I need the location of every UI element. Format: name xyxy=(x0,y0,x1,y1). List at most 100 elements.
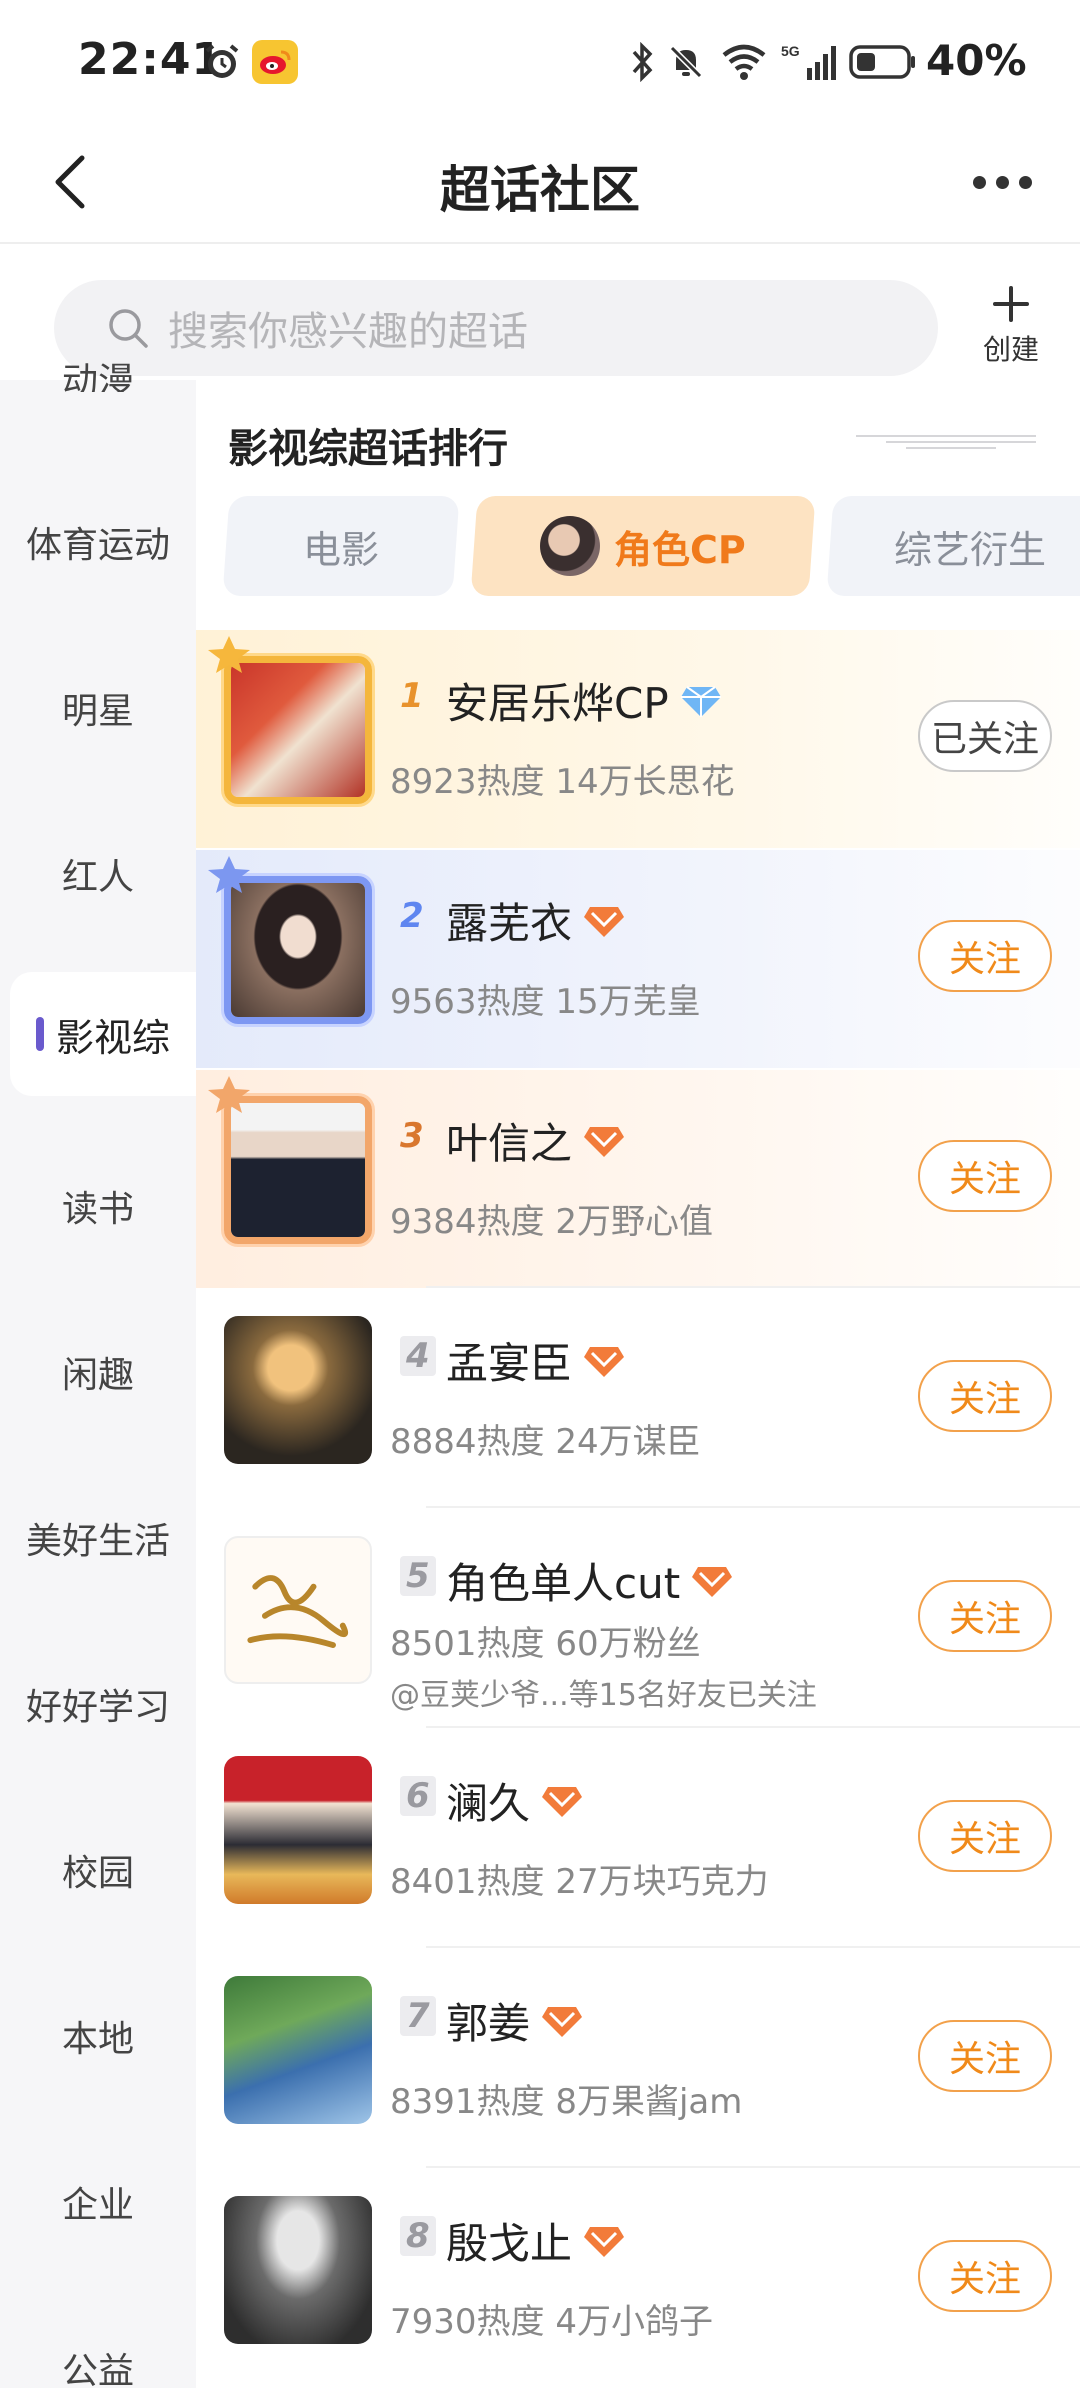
orange-diamond-icon xyxy=(584,906,625,937)
row-divider xyxy=(426,1286,1080,1288)
rank-number: 6 xyxy=(400,1776,436,1816)
bluetooth-icon xyxy=(624,40,660,84)
search-icon xyxy=(109,309,148,348)
follow-button[interactable]: 关注 xyxy=(918,2020,1052,2092)
active-indicator xyxy=(35,1017,44,1051)
sidebar-item-stars[interactable]: 明星 xyxy=(0,682,196,734)
tab-movies[interactable]: 电影 xyxy=(222,496,460,596)
item-stats: 8501热度 60万粉丝 xyxy=(390,1624,701,1664)
ranking-row[interactable]: 2 露芜衣 9563热度 15万芜皇 关注 xyxy=(196,850,1080,1068)
row-avatar xyxy=(224,656,372,804)
row-avatar xyxy=(224,1316,372,1464)
follow-button[interactable]: 关注 xyxy=(918,1140,1052,1212)
follow-button[interactable]: 关注 xyxy=(918,1580,1052,1652)
ranking-row[interactable]: 1 安居乐烨CP 8923热度 14万长思花 已关注 xyxy=(196,630,1080,848)
friends-followed: @豆荚少爷...等15名好友已关注 xyxy=(390,1678,817,1713)
calligraphy-logo xyxy=(247,1575,349,1648)
item-stats: 8401热度 27万块巧克力 xyxy=(390,1862,769,1902)
followed-button[interactable]: 已关注 xyxy=(918,700,1052,772)
ranking-row[interactable]: 7 郭姜 8391热度 8万果酱jam 关注 xyxy=(196,1950,1080,2168)
crown-star-icon xyxy=(208,856,250,893)
item-name: 孟宴臣 xyxy=(446,1330,626,1391)
item-name: 露芜衣 xyxy=(446,890,626,951)
tab-role-cp[interactable]: 角色CP xyxy=(470,496,816,596)
battery-percent: 40% xyxy=(926,36,1027,85)
crown-star-icon xyxy=(208,1076,250,1113)
sidebar-item-anime[interactable]: 动漫 xyxy=(0,352,196,392)
rank-number: 7 xyxy=(400,1996,436,2036)
ranking-decoration xyxy=(856,435,1036,449)
orange-diamond-icon xyxy=(542,2006,583,2037)
item-stats: 9563热度 15万芜皇 xyxy=(390,982,701,1022)
weibo-app-icon xyxy=(252,40,298,84)
row-avatar xyxy=(224,876,372,1024)
ranking-row[interactable]: 4 孟宴臣 8884热度 24万谋臣 关注 xyxy=(196,1290,1080,1508)
tab-label: 角色CP xyxy=(614,527,746,572)
crown-star-icon xyxy=(208,636,250,673)
item-name: 澜久 xyxy=(446,1770,584,1831)
item-name: 安居乐烨CP xyxy=(446,670,723,731)
sidebar-item-influencers[interactable]: 红人 xyxy=(0,848,196,900)
row-avatar xyxy=(224,1976,372,2124)
sidebar-item-study[interactable]: 好好学习 xyxy=(0,1678,196,1730)
follow-button[interactable]: 关注 xyxy=(918,1360,1052,1432)
item-stats: 8923热度 14万长思花 xyxy=(390,762,735,802)
ranking-row[interactable]: 8 殷戈止 7930热度 4万小鸽子 关注 xyxy=(196,2170,1080,2388)
sidebar-item-sports[interactable]: 体育运动 xyxy=(0,516,196,568)
ranking-panel: 影视综超话排行 电影 角色CP 综艺衍生 1 安居乐烨CP 8923热度 14万… xyxy=(196,380,1080,2388)
sidebar-item-local[interactable]: 本地 xyxy=(0,2010,196,2062)
status-bar: 22:41 5G 40% xyxy=(0,0,1080,120)
mute-icon xyxy=(664,40,708,84)
signal-network-label: 5G xyxy=(781,43,800,59)
item-stats: 7930热度 4万小鸽子 xyxy=(390,2302,713,2342)
rank-number: 3 xyxy=(400,1116,424,1156)
tab-avatar xyxy=(540,516,601,576)
battery-icon xyxy=(848,40,918,84)
rank-number: 5 xyxy=(400,1556,436,1596)
ranking-row[interactable]: 6 澜久 8401热度 27万块巧克力 关注 xyxy=(196,1730,1080,1948)
follow-button[interactable]: 关注 xyxy=(918,2240,1052,2312)
sidebar-item-label: 影视综 xyxy=(55,1015,170,1060)
follow-button[interactable]: 关注 xyxy=(918,920,1052,992)
tab-variety-derivatives[interactable]: 综艺衍生 xyxy=(826,496,1080,596)
rank-number: 4 xyxy=(400,1336,436,1376)
row-avatar xyxy=(224,1756,372,1904)
item-name: 殷戈止 xyxy=(446,2210,626,2271)
more-dots-icon xyxy=(972,175,986,189)
ranking-tabs: 电影 角色CP 综艺衍生 xyxy=(222,496,1080,596)
rank-number: 8 xyxy=(400,2216,436,2256)
diamond-icon xyxy=(680,685,721,717)
row-divider xyxy=(426,1946,1080,1948)
item-stats: 8884热度 24万谋臣 xyxy=(390,1422,701,1462)
row-divider xyxy=(426,1506,1080,1508)
sidebar-item-enterprise[interactable]: 企业 xyxy=(0,2176,196,2228)
tab-label: 电影 xyxy=(302,527,379,572)
orange-diamond-icon xyxy=(584,2226,625,2257)
sidebar-item-campus[interactable]: 校园 xyxy=(0,1844,196,1896)
alarm-icon xyxy=(200,40,244,84)
item-stats: 8391热度 8万果酱jam xyxy=(390,2082,743,2122)
more-button[interactable] xyxy=(962,146,1042,218)
item-name: 角色单人cut xyxy=(446,1550,734,1611)
create-button[interactable]: 创建 xyxy=(966,284,1056,380)
item-name: 叶信之 xyxy=(446,1110,626,1171)
row-divider xyxy=(426,2166,1080,2168)
orange-diamond-icon xyxy=(584,1126,625,1157)
sidebar-item-leisure[interactable]: 闲趣 xyxy=(0,1346,196,1398)
ranking-title: 影视综超话排行 xyxy=(228,426,508,472)
sidebar-item-charity[interactable]: 公益 xyxy=(0,2342,196,2388)
page-header: 超话社区 xyxy=(0,120,1080,244)
sidebar-item-film-tv[interactable]: 影视综 xyxy=(10,972,196,1096)
plus-icon xyxy=(993,286,1029,322)
ranking-row[interactable]: 5 角色单人cut 8501热度 60万粉丝 @豆荚少爷...等15名好友已关注… xyxy=(196,1510,1080,1728)
signal-icon: 5G xyxy=(778,40,840,84)
row-avatar xyxy=(224,2196,372,2344)
rank-number: 1 xyxy=(400,676,424,716)
ranking-row[interactable]: 3 叶信之 9384热度 2万野心值 关注 xyxy=(196,1070,1080,1288)
sidebar-item-reading[interactable]: 读书 xyxy=(0,1180,196,1232)
sidebar-item-good-life[interactable]: 美好生活 xyxy=(0,1512,196,1564)
row-avatar xyxy=(224,1096,372,1244)
item-name: 郭姜 xyxy=(446,1990,584,2051)
create-label: 创建 xyxy=(982,333,1039,366)
follow-button[interactable]: 关注 xyxy=(918,1800,1052,1872)
